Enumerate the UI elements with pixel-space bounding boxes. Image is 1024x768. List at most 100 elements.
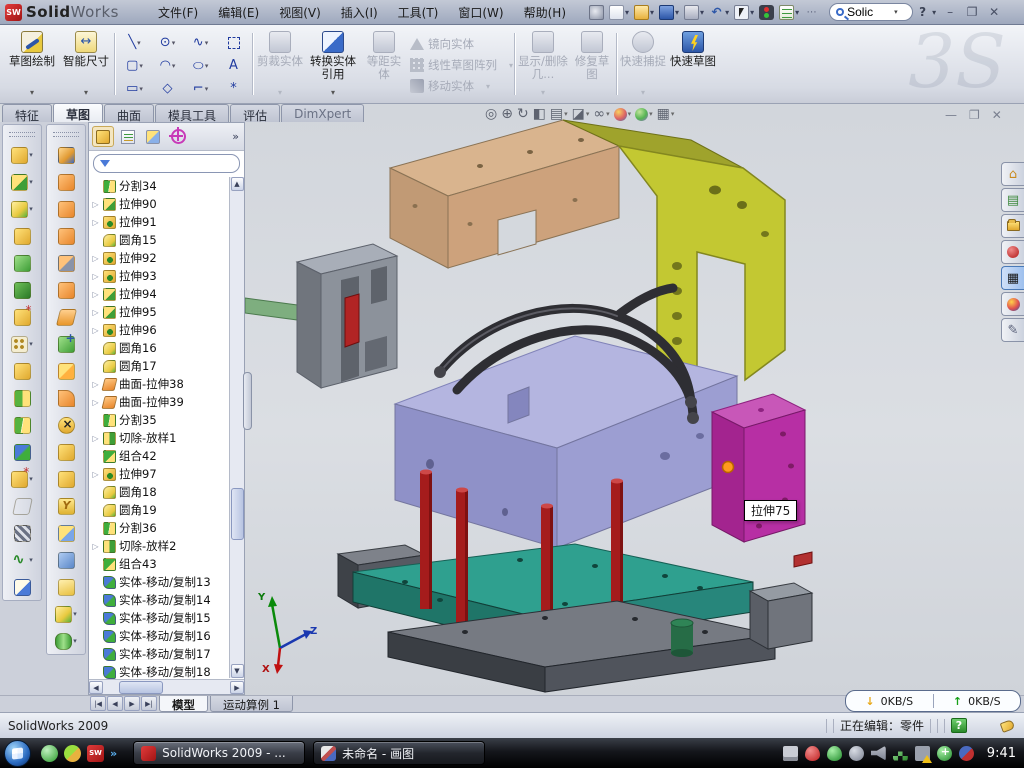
tree-item[interactable]: 曲面-拉伸39 [91,393,244,411]
3d-model[interactable] [245,104,1024,695]
view-settings-icon[interactable]: ▦ [657,106,675,122]
menu-insert[interactable]: 插入(I) [332,1,387,24]
scroll-left-icon[interactable]: ◀ [89,681,103,694]
update-icon[interactable] [849,746,864,761]
tree-item[interactable]: 拉伸91 [91,213,244,231]
scroll-up-icon[interactable]: ▲ [231,177,244,191]
expand-arrow-icon[interactable] [91,542,100,551]
zoom-area-icon[interactable]: ⊕ [501,106,513,122]
tree-item[interactable]: 拉伸95 [91,303,244,321]
graphics-viewport[interactable]: ◎⊕↻◧▤◪∞▦ — ❐ ✕ ⌂▤▦✎ 拉伸75 Y Z X [245,104,1024,695]
antivirus-icon[interactable] [805,746,820,761]
horizontal-scroll-thumb[interactable] [119,681,163,694]
convert-entities-button[interactable]: 转换实体引用 ▾ [306,29,360,99]
tag-icon[interactable] [1000,719,1016,733]
tree-item[interactable]: 拉伸96 [91,321,244,339]
property-manager-tab[interactable] [117,126,139,147]
panel-overflow-icon[interactable]: » [232,130,241,143]
tree-item[interactable]: 实体-移动/复制15 [91,609,244,627]
model-tab[interactable]: 模型 [159,696,208,712]
status-help-button[interactable]: ? [951,718,967,733]
tab-evaluate[interactable]: 评估 [230,104,280,122]
repair-sketch-button[interactable]: 修复草图 [570,29,614,99]
start-button[interactable] [4,740,31,767]
trim-entities-button[interactable]: 剪裁实体 ▾ [256,29,304,99]
part-red-bar[interactable] [794,552,812,567]
menu-edit[interactable]: 编辑(E) [209,1,268,24]
rotate-view-icon[interactable]: ↻ [517,106,529,122]
custom-properties-icon[interactable]: ✎ [1001,318,1024,342]
expand-arrow-icon[interactable] [91,398,100,407]
doc-close-button[interactable]: ✕ [992,108,1002,122]
tree-item[interactable]: 组合43 [91,555,244,573]
search-input[interactable] [847,5,891,19]
minimize-button[interactable]: – [942,5,958,19]
part-top-clamp-plate[interactable] [390,120,619,268]
search-dropdown-icon[interactable]: ▾ [894,8,898,16]
expand-arrow-icon[interactable] [91,218,100,227]
expand-arrow-icon[interactable] [91,254,100,263]
appearances-icon[interactable] [1001,292,1024,316]
doc-restore-button[interactable]: ❐ [969,108,980,122]
doc-minimize-button[interactable]: — [945,108,957,122]
tab-dimxpert[interactable]: DimXpert [281,104,364,122]
vertical-scroll-thumb[interactable] [231,488,244,540]
sketch-dropdown-icon[interactable]: ▾ [30,88,34,97]
messenger-icon[interactable] [41,745,58,762]
tree-item[interactable]: 圆角17 [91,357,244,375]
help-button[interactable]: ? [919,5,926,19]
tree-item[interactable]: 圆角15 [91,231,244,249]
tree-item[interactable]: 拉伸90 [91,195,244,213]
view-palette-icon[interactable]: ▦ [1001,266,1024,290]
zoom-fit-icon[interactable]: ◎ [485,106,497,122]
net-speed-monitor[interactable]: ↓0KB/S ↑0KB/S [845,690,1021,712]
tree-item[interactable]: 圆角16 [91,339,244,357]
prev-tab-icon[interactable]: ◀ [107,696,123,711]
tree-item[interactable]: 分割34 [91,177,244,195]
tab-sketch[interactable]: 草图 [53,103,103,122]
menu-view[interactable]: 视图(V) [270,1,330,24]
menu-help[interactable]: 帮助(H) [515,1,575,24]
task-paint[interactable]: 未命名 - 画图 [313,741,485,765]
motion-study-tab[interactable]: 运动算例 1 [210,696,293,712]
quick-snaps-button[interactable]: 快速捕捉 ▾ [620,29,666,99]
close-button[interactable]: ✕ [986,5,1002,19]
tree-filter-input[interactable] [114,157,233,169]
part-locating-cylinder[interactable] [671,619,693,657]
tree-item[interactable]: 曲面-拉伸38 [91,375,244,393]
tree-item[interactable]: 实体-移动/复制14 [91,591,244,609]
linear-sketch-pattern-button[interactable]: 线性草图阵列 [410,56,513,74]
tree-item[interactable]: 拉伸94 [91,285,244,303]
tab-surfaces[interactable]: 曲面 [104,104,154,122]
search-box[interactable]: ▾ [829,3,913,21]
part-clamp-block-right[interactable] [750,583,812,649]
wireless-warning-icon[interactable] [915,746,930,761]
part-cam-slider[interactable] [297,244,397,388]
expand-arrow-icon[interactable] [91,326,100,335]
scroll-right-icon[interactable]: ▶ [230,681,244,694]
tree-item[interactable]: 分割35 [91,411,244,429]
feature-manager-tab[interactable] [92,126,114,147]
first-tab-icon[interactable]: |◀ [90,696,106,711]
tree-horizontal-scrollbar[interactable]: ◀ ▶ [89,679,244,694]
view-orientation-icon[interactable]: ▤ [550,106,568,122]
part-red-insert[interactable] [345,294,359,347]
game-launcher-icon[interactable] [64,745,81,762]
task-solidworks[interactable]: SolidWorks 2009 - ... [133,741,305,765]
design-library-icon[interactable]: ▤ [1001,188,1024,212]
tab-features[interactable]: 特征 [2,104,52,122]
sync-status-icon[interactable] [959,746,974,761]
offset-entities-button[interactable]: 等距实体 [362,29,406,99]
tree-item[interactable]: 拉伸92 [91,249,244,267]
next-tab-icon[interactable]: ▶ [124,696,140,711]
scroll-down-icon[interactable]: ▼ [231,664,244,678]
health-monitor-icon[interactable] [937,746,952,761]
dimxpert-manager-tab[interactable] [167,126,189,147]
tree-item[interactable]: 切除-放样1 [91,429,244,447]
toolbox-icon[interactable] [1001,240,1024,264]
move-entities-button[interactable]: 移动实体 [410,77,513,95]
tree-item[interactable]: 拉伸93 [91,267,244,285]
expand-arrow-icon[interactable] [91,272,100,281]
tree-item[interactable]: 实体-移动/复制17 [91,645,244,663]
apply-scene-icon[interactable] [635,108,653,121]
